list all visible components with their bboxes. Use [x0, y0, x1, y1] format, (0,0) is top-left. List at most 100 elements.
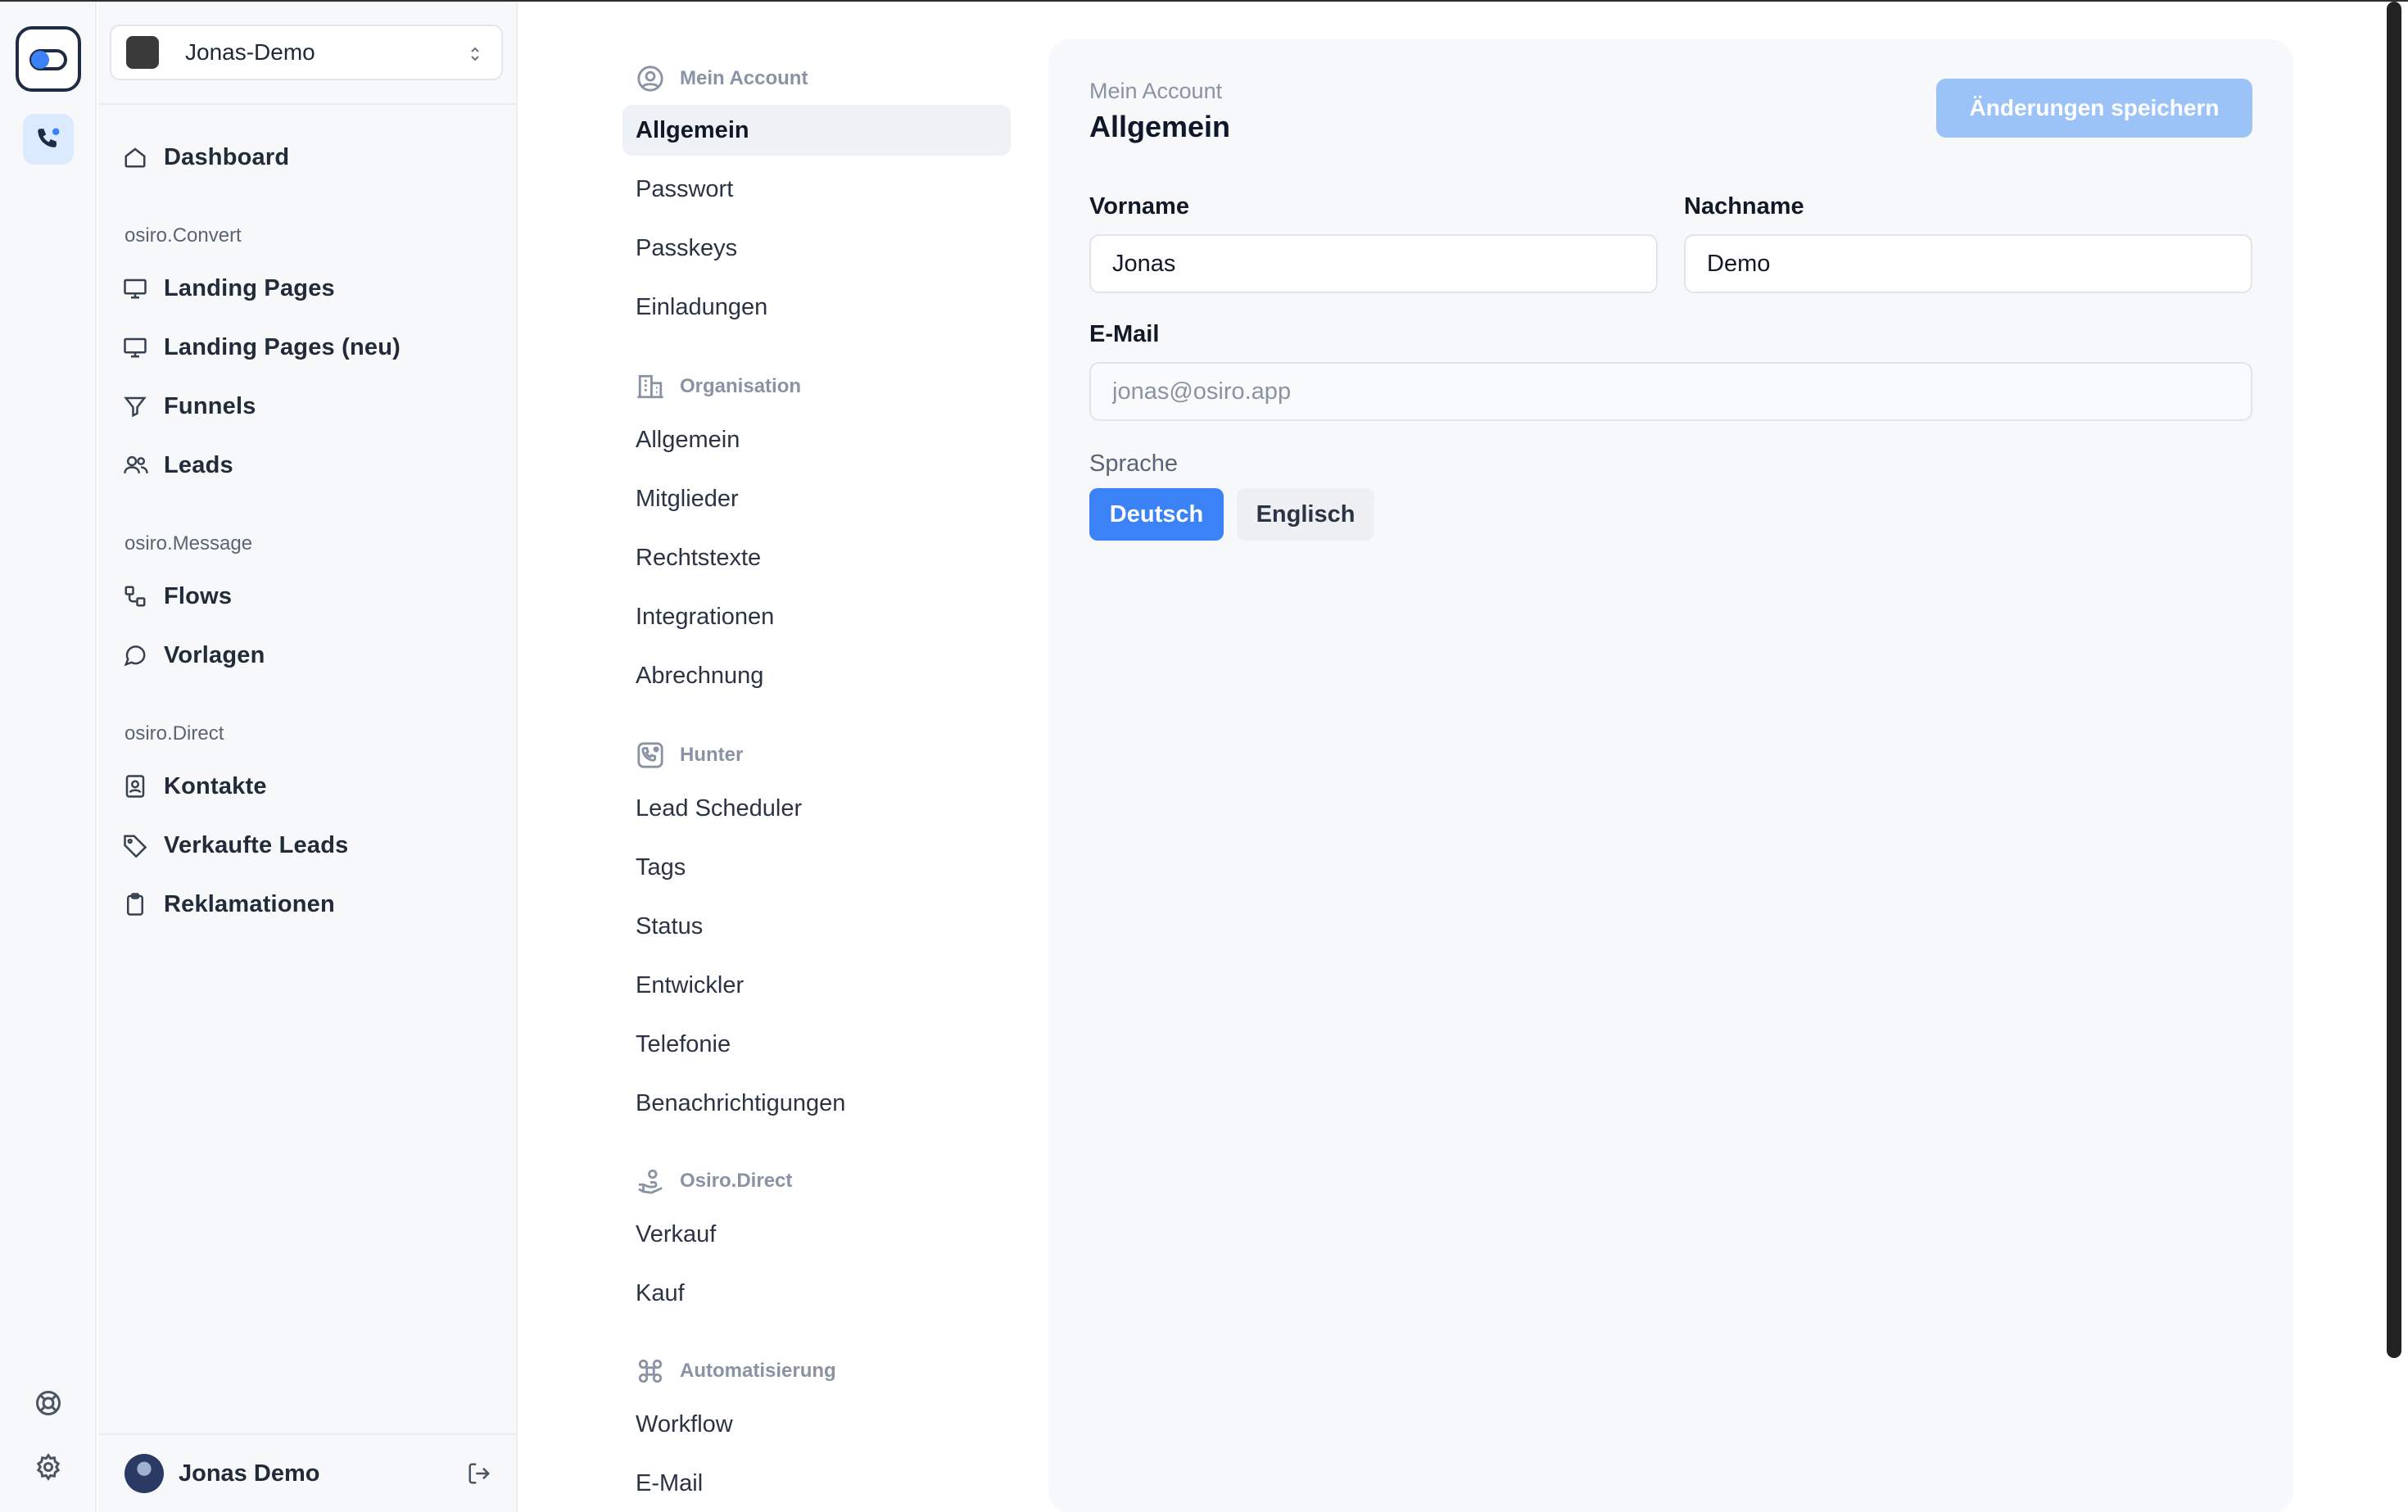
page-scrollbar[interactable] — [2382, 2, 2408, 1512]
workspace-avatar — [126, 36, 159, 69]
sidebar-item-label: Funnels — [164, 392, 256, 419]
sidebar-item-label: Kontakte — [164, 772, 267, 799]
group-label: Hunter — [680, 744, 744, 766]
settings-item-tags[interactable]: Tags — [622, 842, 1011, 893]
breadcrumb: Mein Account — [1089, 79, 1223, 103]
language-label: Sprache — [1089, 450, 1179, 477]
settings-item-kauf[interactable]: Kauf — [622, 1268, 1011, 1319]
sidebar-item-verkaufte-leads[interactable]: Verkaufte Leads — [123, 822, 500, 868]
sidebar-item-label: Landing Pages — [164, 274, 335, 301]
settings-item-abrechnung[interactable]: Abrechnung — [622, 650, 1011, 701]
settings-item-workflow[interactable]: Workflow — [622, 1399, 1011, 1450]
users-icon — [124, 455, 148, 473]
sidebar-item-kontakte[interactable]: Kontakte — [123, 763, 500, 809]
first-name-field[interactable] — [1089, 234, 1658, 293]
language-option-englisch[interactable]: Englisch — [1237, 488, 1374, 541]
phone-app-button[interactable] — [23, 114, 74, 165]
settings-item-passkeys[interactable]: Passkeys — [622, 223, 1011, 274]
avatar[interactable] — [124, 1454, 164, 1493]
logout-icon[interactable] — [467, 1461, 491, 1486]
group-mein-account: Mein Account — [636, 62, 808, 95]
settings-item-verkauf[interactable]: Verkauf — [622, 1209, 1011, 1260]
main-sidebar: Jonas-Demo Dashboard osiro.Convert Landi… — [98, 2, 518, 1512]
section-osiro-convert: osiro.Convert — [124, 224, 242, 247]
icon-rail — [0, 2, 97, 1512]
last-name-field[interactable] — [1684, 234, 2252, 293]
settings-button[interactable] — [23, 1442, 74, 1492]
sidebar-item-vorlagen[interactable]: Vorlagen — [123, 632, 500, 678]
gear-icon — [36, 1453, 61, 1481]
sidebar-item-reklamationen[interactable]: Reklamationen — [123, 881, 500, 927]
settings-item-allgemein[interactable]: Allgemein — [622, 105, 1011, 156]
sidebar-item-label: Flows — [164, 582, 233, 609]
settings-item-e-mail[interactable]: E-Mail — [622, 1458, 1011, 1509]
sidebar-item-label: Leads — [164, 451, 233, 478]
message-circle-icon — [124, 645, 146, 667]
sidebar-item-landing-pages[interactable]: Landing Pages — [123, 265, 500, 311]
sidebar-item-label: Dashboard — [164, 143, 290, 170]
sidebar-item-funnels[interactable]: Funnels — [123, 383, 500, 429]
chevron-up-down-icon — [471, 47, 479, 61]
hand-coins-icon — [638, 1169, 663, 1194]
group-label: Automatisierung — [680, 1360, 836, 1382]
section-osiro-message: osiro.Message — [124, 532, 253, 555]
monitor-icon — [124, 278, 147, 299]
sidebar-item-dashboard[interactable]: Dashboard — [123, 134, 500, 180]
settings-item-mitglieder[interactable]: Mitglieder — [622, 473, 1011, 524]
sidebar-item-label: Verkaufte Leads — [164, 831, 349, 858]
group-osiro-direct: Osiro.Direct — [636, 1165, 792, 1197]
settings-card: Mein Account Allgemein Änderungen speich… — [1048, 39, 2293, 1512]
email-label: E-Mail — [1089, 321, 1160, 347]
settings-item-org-allgemein[interactable]: Allgemein — [622, 414, 1011, 465]
group-organisation: Organisation — [636, 370, 801, 403]
email-field[interactable] — [1089, 362, 2252, 421]
tag-icon — [124, 835, 147, 858]
building-icon — [637, 374, 663, 399]
settings-item-entwickler[interactable]: Entwickler — [622, 960, 1011, 1011]
sidebar-item-flows[interactable]: Flows — [123, 573, 500, 619]
language-option-deutsch[interactable]: Deutsch — [1089, 488, 1224, 541]
user-bar: Jonas Demo — [98, 1433, 516, 1512]
group-label: Mein Account — [680, 67, 808, 89]
phone-square-icon — [637, 742, 663, 768]
section-osiro-direct: osiro.Direct — [124, 722, 224, 745]
settings-item-lead-scheduler[interactable]: Lead Scheduler — [622, 783, 1011, 834]
phone-icon — [38, 128, 60, 147]
first-name-label: Vorname — [1089, 193, 1189, 220]
page-title: Allgemein — [1089, 110, 1231, 143]
settings-item-status[interactable]: Status — [622, 901, 1011, 952]
settings-item-benachrichtigungen[interactable]: Benachrichtigungen — [622, 1078, 1011, 1129]
home-icon — [124, 147, 146, 168]
settings-item-telefonie[interactable]: Telefonie — [622, 1019, 1011, 1070]
settings-item-einladungen[interactable]: Einladungen — [622, 282, 1011, 333]
workflow-icon — [124, 586, 146, 607]
workspace-name: Jonas-Demo — [185, 39, 315, 65]
settings-item-passwort[interactable]: Passwort — [622, 164, 1011, 215]
sidebar-item-leads[interactable]: Leads — [123, 442, 500, 488]
last-name-label: Nachname — [1684, 193, 1804, 220]
monitor-icon — [124, 337, 147, 358]
group-label: Organisation — [680, 375, 802, 397]
sidebar-item-label: Landing Pages (neu) — [164, 333, 401, 360]
contact-book-icon — [125, 775, 145, 798]
sidebar-item-landing-pages-new[interactable]: Landing Pages (neu) — [123, 324, 500, 370]
sidebar-item-label: Reklamationen — [164, 890, 335, 917]
group-hunter: Hunter — [636, 739, 743, 772]
command-icon — [638, 1359, 663, 1383]
scrollbar-thumb[interactable] — [2387, 2, 2401, 1358]
settings-item-integrationen[interactable]: Integrationen — [622, 591, 1011, 642]
user-circle-icon — [637, 66, 663, 92]
workspace-switcher[interactable]: Jonas-Demo — [110, 25, 503, 80]
app-logo[interactable] — [16, 26, 81, 92]
user-name: Jonas Demo — [179, 1460, 320, 1487]
filter-icon — [124, 396, 147, 418]
clipboard-icon — [127, 893, 143, 916]
save-changes-button[interactable]: Änderungen speichern — [1936, 79, 2252, 138]
sidebar-item-label: Vorlagen — [164, 641, 265, 668]
help-button[interactable] — [23, 1378, 74, 1428]
sidebar-divider — [98, 103, 516, 105]
settings-nav: Mein Account Allgemein Passwort Passkeys… — [519, 2, 1043, 1512]
logo-toggle-icon — [29, 49, 67, 70]
group-automatisierung: Automatisierung — [636, 1355, 836, 1388]
settings-item-rechtstexte[interactable]: Rechtstexte — [622, 532, 1011, 583]
